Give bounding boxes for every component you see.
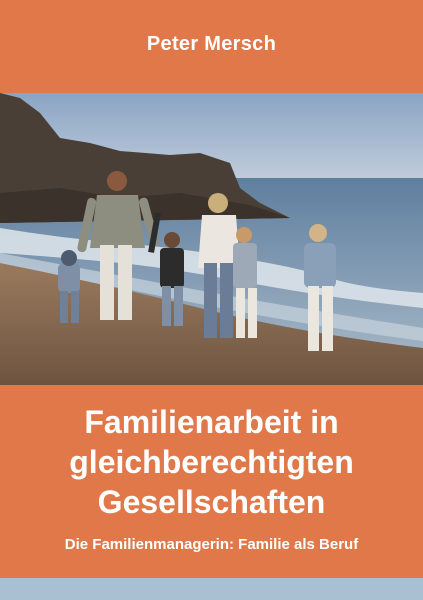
title-line: Familienarbeit in [84, 404, 339, 440]
book-subtitle: Die Familienmanagerin: Familie als Beruf [64, 536, 359, 553]
title-line: gleichberechtigten [69, 444, 354, 480]
book-cover: Peter Mersch Familienarbeit in gleichber… [0, 0, 423, 600]
author-name: Peter Mersch [146, 33, 277, 55]
title-line: Gesellschaften [97, 484, 326, 520]
book-title: Familienarbeit in gleichberechtigten Ges… [0, 402, 423, 522]
cover-photo-family-beach [0, 93, 423, 385]
bottom-strip [0, 578, 423, 600]
